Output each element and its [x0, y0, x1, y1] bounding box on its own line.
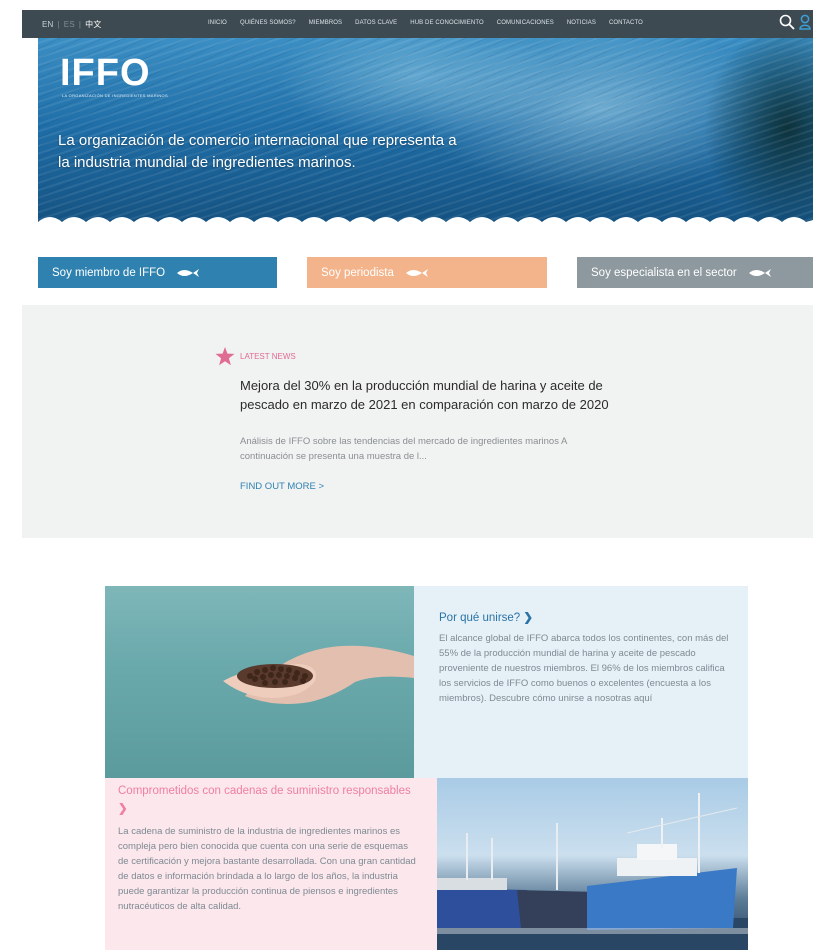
- hand-illustration: [223, 645, 414, 704]
- hero-banner: IFFO LA ORGANIZACIÓN DE INGREDIENTES MAR…: [38, 38, 813, 234]
- menu-item-hub-conocimiento[interactable]: HUB DE CONOCIMIENTO: [410, 20, 483, 26]
- language-switcher: EN | ES | 中文: [40, 19, 104, 30]
- menu-item-contacto[interactable]: CONTACTO: [609, 20, 643, 26]
- star-icon: [215, 347, 235, 366]
- lang-es[interactable]: ES: [62, 20, 77, 29]
- find-out-more-link[interactable]: FIND OUT MORE >: [240, 481, 324, 492]
- why-join-title-text: Por qué unirse?: [439, 612, 521, 624]
- supply-chain-title-text: Comprometidos con cadenas de suministro …: [118, 785, 411, 797]
- fish-arrow-icon: [748, 268, 771, 277]
- nav-icons: [779, 14, 811, 30]
- fishing-boats-image: [437, 778, 748, 950]
- menu-item-noticias[interactable]: NOTICIAS: [567, 20, 596, 26]
- menu-item-datos-clave[interactable]: DATOS CLAVE: [355, 20, 397, 26]
- user-icon[interactable]: [799, 14, 811, 30]
- menu-item-miembros[interactable]: MIEMBROS: [309, 20, 342, 26]
- why-join-body: El alcance global de IFFO abarca todos l…: [439, 633, 729, 704]
- search-icon[interactable]: [779, 14, 795, 30]
- lang-zh[interactable]: 中文: [83, 20, 103, 29]
- latest-news-section: LATEST NEWS Mejora del 30% en la producc…: [22, 305, 813, 538]
- lang-divider: |: [57, 20, 60, 29]
- supply-chain-title[interactable]: Comprometidos con cadenas de suministro …: [118, 782, 418, 818]
- chevron-right-icon: ❯: [523, 612, 534, 624]
- hero-tagline: La organización de comercio internaciona…: [58, 132, 457, 171]
- supply-chain-body: La cadena de suministro de la industria …: [118, 826, 416, 912]
- specialist-button-label: Soy especialista en el sector: [591, 266, 737, 279]
- boats-illustration: [437, 793, 748, 950]
- news-excerpt: Análisis de IFFO sobre las tendencias de…: [240, 436, 567, 462]
- main-menu: INICIO QUIÉNES SOMOS? MIEMBROS DATOS CLA…: [208, 20, 643, 26]
- logo-text: IFFO: [60, 52, 151, 94]
- why-join-title[interactable]: Por qué unirse? ❯: [439, 610, 533, 624]
- news-kicker: LATEST NEWS: [240, 352, 296, 361]
- menu-item-quienes-somos[interactable]: QUIÉNES SOMOS?: [240, 20, 296, 26]
- journalist-button-label: Soy periodista: [321, 266, 394, 279]
- fish-border-decoration: [38, 217, 813, 234]
- top-navigation: EN | ES | 中文 INICIO QUIÉNES SOMOS? MIEMBROS …: [22, 10, 813, 38]
- supply-chain-card: Comprometidos con cadenas de suministro …: [105, 778, 437, 950]
- lang-en[interactable]: EN: [40, 20, 56, 29]
- fishmeal-hand-image: [105, 586, 414, 778]
- why-join-card: Por qué unirse? ❯ El alcance global de I…: [414, 586, 748, 778]
- member-button-label: Soy miembro de IFFO: [52, 266, 166, 279]
- iffo-logo[interactable]: IFFO: [60, 52, 151, 95]
- logo-subtitle: LA ORGANIZACIÓN DE INGREDIENTES MARINOS: [62, 93, 168, 98]
- menu-item-comunicaciones[interactable]: COMUNICACIONES: [497, 20, 554, 26]
- fish-arrow-icon: [405, 268, 428, 277]
- chevron-right-icon: ❯: [118, 803, 128, 815]
- member-button[interactable]: Soy miembro de IFFO: [38, 257, 277, 288]
- specialist-button[interactable]: Soy especialista en el sector: [577, 257, 813, 288]
- news-headline[interactable]: Mejora del 30% en la producción mundial …: [240, 376, 625, 414]
- fish-arrow-icon: [177, 268, 200, 277]
- journalist-button[interactable]: Soy periodista: [307, 257, 547, 288]
- menu-item-inicio[interactable]: INICIO: [208, 20, 227, 26]
